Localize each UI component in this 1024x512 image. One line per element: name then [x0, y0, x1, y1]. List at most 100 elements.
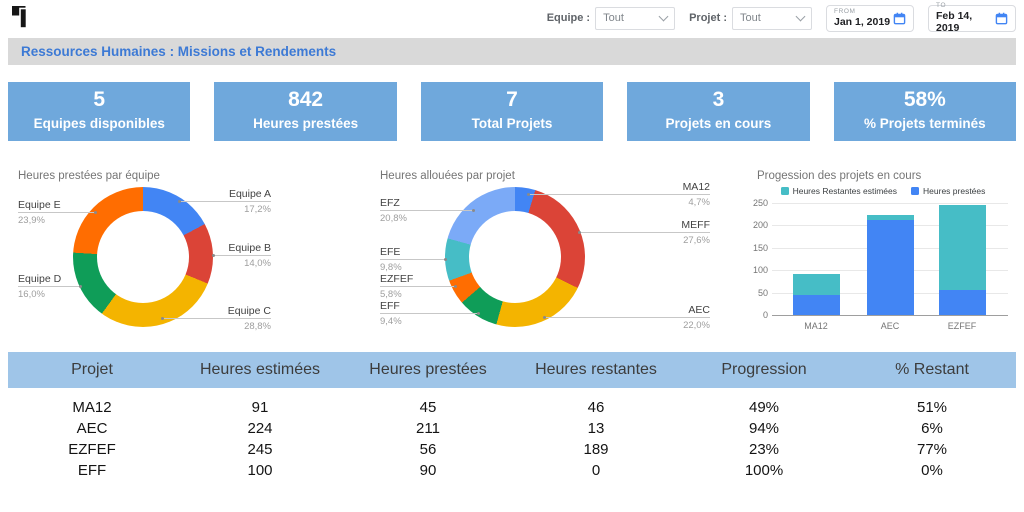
- chevron-down-icon: [796, 11, 806, 21]
- donut-slice-label: AEC22,0%: [683, 305, 710, 331]
- table-header-cell[interactable]: Heures restantes: [512, 352, 680, 390]
- label-dot: [543, 316, 546, 319]
- table-cell: AEC: [8, 418, 176, 439]
- donut-slice-label: Equipe E 23,9%: [18, 200, 61, 226]
- table-row: MA1291454649%51%: [8, 390, 1016, 418]
- donut-slice-label: Equipe B 14,0%: [228, 243, 271, 269]
- calendar-icon[interactable]: [995, 12, 1008, 25]
- kpi-value: 5: [8, 88, 190, 112]
- table-header-cell[interactable]: Heures estimées: [176, 352, 344, 390]
- kpi-card: 5 Equipes disponibles: [8, 82, 190, 141]
- projet-select[interactable]: Tout: [732, 7, 812, 30]
- bar-segment[interactable]: [793, 274, 840, 295]
- table-row: EFF100900100%0%: [8, 460, 1016, 481]
- table-row: EZFEF2455618923%77%: [8, 439, 1016, 460]
- kpi-row: 5Equipes disponibles842Heures prestées7T…: [8, 82, 1016, 141]
- table-cell: 77%: [848, 439, 1016, 460]
- table-cell: 0%: [848, 460, 1016, 481]
- table-header-cell[interactable]: % Restant: [848, 352, 1016, 390]
- slice-name: Equipe D: [18, 274, 61, 285]
- donut-chart[interactable]: [73, 187, 213, 327]
- y-axis-tick: 100: [750, 265, 768, 275]
- logo-icon: [12, 6, 32, 31]
- x-axis-category: EZFEF: [932, 321, 992, 331]
- label-dot: [212, 254, 215, 257]
- date-from-text: FROM Jan 1, 2019: [834, 8, 890, 28]
- chart-title: Heures prestées par équipe: [18, 170, 160, 182]
- date-from-picker[interactable]: FROM Jan 1, 2019: [826, 5, 914, 32]
- table-cell: 94%: [680, 418, 848, 439]
- kpi-label: % Projets terminés: [834, 116, 1016, 131]
- donut-slice-label: EFZ20,8%: [380, 198, 407, 224]
- label-dot: [454, 285, 457, 288]
- donut-slice-label: EFE 9,8%: [380, 247, 402, 273]
- slice-name: EFF: [380, 301, 402, 312]
- table-cell: 245: [176, 439, 344, 460]
- slice-percent: 28,8%: [228, 321, 271, 332]
- y-axis-tick: 50: [750, 288, 768, 298]
- equipe-filter-group: Equipe : Tout: [547, 7, 675, 30]
- equipe-select-value: Tout: [603, 12, 624, 24]
- slice-percent: 9,8%: [380, 262, 402, 273]
- donut-slice-label: MEFF27,6%: [681, 220, 710, 246]
- equipe-select[interactable]: Tout: [595, 7, 675, 30]
- slice-percent: 9,4%: [380, 316, 402, 327]
- table-header-cell[interactable]: Heures prestées: [344, 352, 512, 390]
- slice-name: MEFF: [681, 220, 710, 231]
- slice-name: MA12: [683, 182, 710, 193]
- donut-slice-label: Equipe C28,8%: [228, 306, 271, 332]
- slice-name: EZFEF: [380, 274, 413, 285]
- slice-name: Equipe B: [228, 243, 271, 254]
- chevron-down-icon: [659, 11, 669, 21]
- label-dot: [472, 209, 475, 212]
- bar-chart-panel: Progession des projets en cours Heures R…: [750, 160, 1016, 352]
- label-dot: [79, 285, 82, 288]
- projet-filter-label: Projet :: [689, 12, 727, 24]
- projet-select-value: Tout: [740, 12, 761, 24]
- table-header-cell[interactable]: Progression: [680, 352, 848, 390]
- table-cell: 100%: [680, 460, 848, 481]
- slice-percent: 20,8%: [380, 213, 407, 224]
- kpi-card: 3Projets en cours: [627, 82, 809, 141]
- donut-slice-label: EZFEF 5,8%: [380, 274, 413, 300]
- kpi-value: 7: [421, 88, 603, 112]
- date-to-picker[interactable]: TO Feb 14, 2019: [928, 5, 1016, 32]
- donut-slice-label: EFF 9,4%: [380, 301, 402, 327]
- donut-panel-heures-par-equipe: Heures prestées par équipe Equipe A17,2%…: [8, 160, 358, 352]
- bar-segment[interactable]: [939, 290, 986, 315]
- bar-segment[interactable]: [867, 220, 914, 315]
- top-bar: Equipe : Tout Projet : Tout FROM Jan 1, …: [0, 0, 1024, 36]
- bar-segment[interactable]: [939, 205, 986, 290]
- slice-percent: 14,0%: [228, 258, 271, 269]
- bar-segment[interactable]: [867, 215, 914, 221]
- slice-name: EFE: [380, 247, 402, 258]
- donut-slice-label: Equipe D 16,0%: [18, 274, 61, 300]
- table-cell: 46: [512, 390, 680, 418]
- bar-segment[interactable]: [793, 295, 840, 315]
- date-to-value: Feb 14, 2019: [936, 10, 995, 34]
- kpi-card: 7Total Projets: [421, 82, 603, 141]
- charts-row: Heures prestées par équipe Equipe A17,2%…: [0, 160, 1024, 352]
- kpi-card: 58%% Projets terminés: [834, 82, 1016, 141]
- donut-hole: [469, 211, 561, 303]
- slice-percent: 5,8%: [380, 289, 413, 300]
- x-axis-category: MA12: [786, 321, 846, 331]
- donut-chart[interactable]: [445, 187, 585, 327]
- projects-table-header: ProjetHeures estiméesHeures prestéesHeur…: [8, 352, 1016, 390]
- slice-name: Equipe E: [18, 200, 61, 211]
- table-header-cell[interactable]: Projet: [8, 352, 176, 390]
- calendar-icon[interactable]: [893, 12, 906, 25]
- filter-controls: Equipe : Tout Projet : Tout FROM Jan 1, …: [547, 5, 1016, 32]
- donut-panel-heures-par-projet: Heures allouées par projet MA124,7%MEFF2…: [370, 160, 730, 352]
- date-to-label: TO: [936, 2, 995, 9]
- label-dot: [161, 317, 164, 320]
- slice-percent: 23,9%: [18, 215, 61, 226]
- slice-percent: 16,0%: [18, 289, 61, 300]
- label-dot: [477, 312, 480, 315]
- x-axis-category: AEC: [860, 321, 920, 331]
- table-row: AEC2242111394%6%: [8, 418, 1016, 439]
- kpi-label: Equipes disponibles: [8, 116, 190, 131]
- page-title-bar: Ressources Humaines : Missions et Rendem…: [8, 38, 1016, 65]
- table-cell: 45: [344, 390, 512, 418]
- y-axis-tick: 200: [750, 220, 768, 230]
